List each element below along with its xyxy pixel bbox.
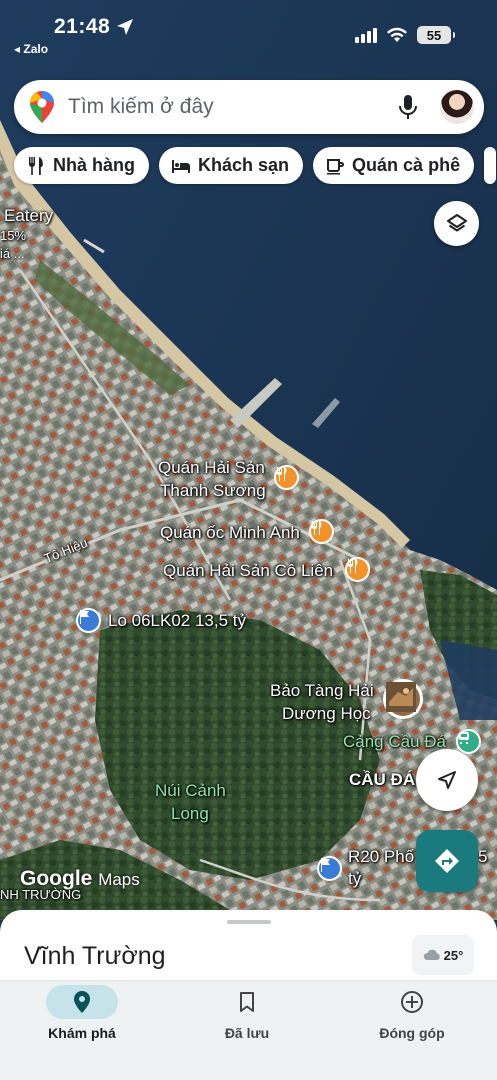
flag-pin-icon[interactable] xyxy=(317,856,342,881)
add-circle-icon xyxy=(401,991,423,1013)
nav-saved[interactable]: Đã lưu xyxy=(177,981,317,1061)
restaurant-pin-icon[interactable] xyxy=(345,557,370,582)
cloud-icon xyxy=(423,949,440,960)
map-label-museum-line2[interactable]: Dương Học xyxy=(282,704,371,724)
nav-explore-label: Khám phá xyxy=(48,1025,116,1041)
coffee-icon xyxy=(327,158,345,174)
map-label-mountain-line1: Núi Cảnh xyxy=(155,781,226,800)
nav-saved-label: Đã lưu xyxy=(224,1025,270,1041)
sheet-drag-handle[interactable] xyxy=(227,920,271,924)
map-label-poi-1-line1[interactable]: Quán Hải Sản xyxy=(158,458,265,478)
directions-button[interactable] xyxy=(416,830,478,892)
location-arrow-icon xyxy=(117,19,133,35)
chip-restaurants-label: Nhà hàng xyxy=(53,155,136,175)
map-label-port[interactable]: Cảng Cầu Đá xyxy=(343,732,446,752)
hotel-icon xyxy=(172,159,191,173)
map-label-mountain-line2: Long xyxy=(171,804,209,823)
google-maps-pin-icon xyxy=(30,91,54,123)
nav-contribute[interactable]: Đóng góp xyxy=(342,981,482,1061)
map-label-poi-1-line2[interactable]: Thanh Sương xyxy=(160,481,266,501)
weather-badge[interactable]: 25° xyxy=(412,935,474,975)
directions-icon xyxy=(435,849,459,873)
chip-more[interactable] xyxy=(484,147,497,184)
flag-pin-icon[interactable] xyxy=(76,608,101,633)
cellular-signal-icon xyxy=(355,27,377,43)
nav-contribute-indicator xyxy=(376,985,448,1019)
map-label-bottom-left: NH TRƯỜNG xyxy=(0,887,82,902)
bottom-navigation: Khám phá Đã lưu Đóng góp xyxy=(0,980,497,1080)
map-label-area: CẦU ĐÁ xyxy=(349,770,416,789)
maps-logo-text: Maps xyxy=(98,870,140,889)
map-label-poi-3[interactable]: Quán Hải Sản Cô Liên xyxy=(163,561,333,581)
battery-indicator: 55 xyxy=(417,26,455,44)
nav-contribute-label: Đóng góp xyxy=(379,1025,445,1041)
map-label-poi-2[interactable]: Quán ốc Minh Anh xyxy=(160,523,300,543)
status-indicators: 55 xyxy=(355,24,455,46)
search-bar[interactable]: Tìm kiếm ở đây xyxy=(14,80,484,134)
port-pin-icon[interactable] xyxy=(456,729,481,754)
search-input[interactable]: Tìm kiếm ở đây xyxy=(68,95,398,119)
museum-photo-pin-icon[interactable] xyxy=(383,679,423,719)
layers-button[interactable] xyxy=(434,201,479,246)
map-label-r20-line2[interactable]: tỷ xyxy=(348,869,361,889)
category-chips: Nhà hàng Khách sạn Quán cà phê xyxy=(14,147,497,185)
my-location-button[interactable] xyxy=(416,749,478,811)
map-label-r20-5[interactable]: 5 xyxy=(478,847,487,867)
restaurant-pin-icon[interactable] xyxy=(274,465,299,490)
map-label-eatery-sub: iá ... xyxy=(0,246,25,261)
chip-coffee-label: Quán cà phê xyxy=(352,155,461,175)
layers-icon xyxy=(446,213,467,231)
status-bar: 21:48 ◂ Zalo 55 xyxy=(0,0,497,62)
chip-hotels-label: Khách sạn xyxy=(198,155,290,175)
place-title: Vĩnh Trường xyxy=(24,942,166,970)
bookmark-icon xyxy=(240,992,254,1012)
map-label-museum-line1[interactable]: Bảo Tàng Hải xyxy=(270,681,374,701)
microphone-icon[interactable] xyxy=(398,94,418,120)
navigation-arrow-icon xyxy=(438,771,456,789)
restaurant-pin-icon[interactable] xyxy=(309,519,334,544)
nav-explore[interactable]: Khám phá xyxy=(12,981,152,1061)
back-to-app-link[interactable]: ◂ Zalo xyxy=(14,42,48,56)
explore-pin-icon xyxy=(74,991,90,1013)
chip-restaurants[interactable]: Nhà hàng xyxy=(14,147,150,184)
map-label-r20-line1[interactable]: R20 Phố xyxy=(348,847,414,867)
restaurant-icon xyxy=(28,156,43,175)
map-label-lot[interactable]: Lo 06LK02 13,5 tỷ xyxy=(108,611,246,631)
chip-hotels[interactable]: Khách sạn xyxy=(159,147,304,184)
map-label-eatery[interactable]: Eatery xyxy=(4,206,53,226)
nav-saved-indicator xyxy=(211,985,283,1019)
status-time: 21:48 xyxy=(54,15,111,38)
chip-coffee[interactable]: Quán cà phê xyxy=(313,147,475,184)
temperature: 25° xyxy=(443,947,464,963)
wifi-icon xyxy=(387,27,407,42)
nav-explore-indicator xyxy=(46,985,118,1019)
map-label-eatery-rating: 15% xyxy=(0,228,27,243)
account-avatar[interactable] xyxy=(440,90,474,124)
